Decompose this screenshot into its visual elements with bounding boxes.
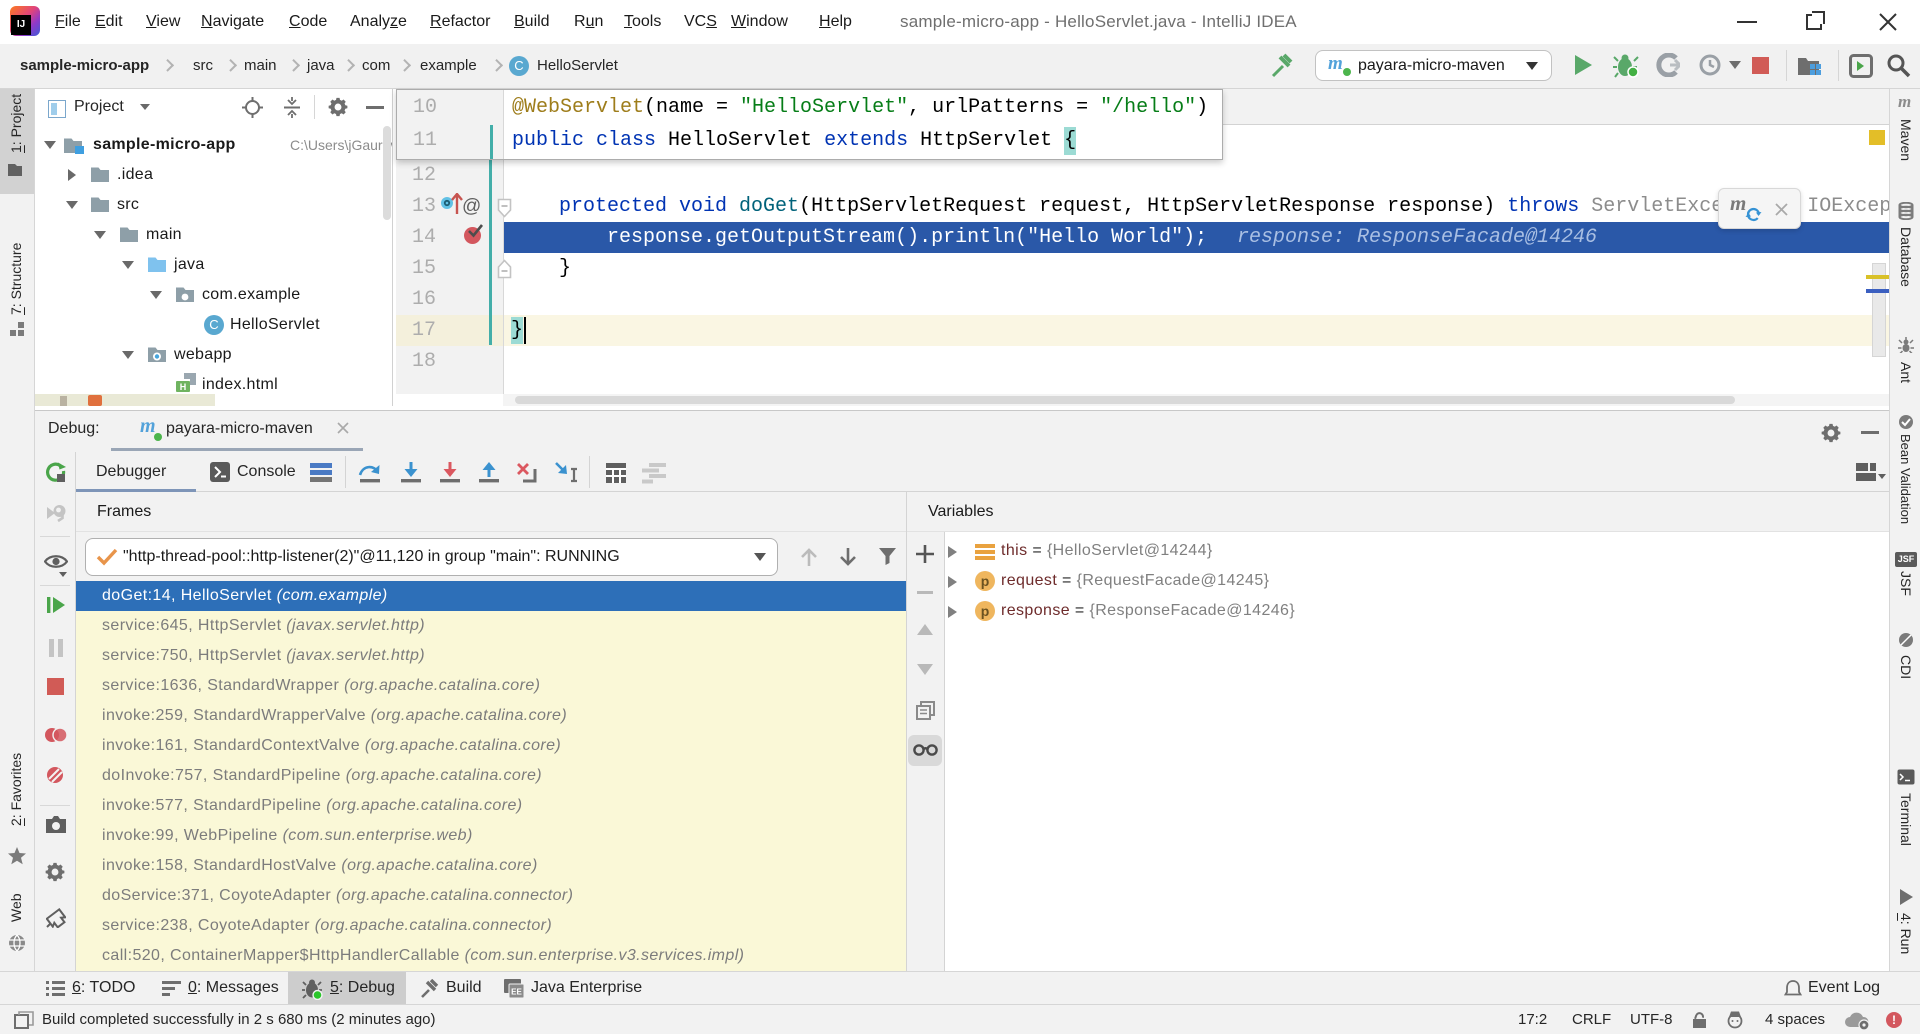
svg-text:H: H (180, 382, 187, 392)
svg-text:EE: EE (511, 988, 522, 997)
